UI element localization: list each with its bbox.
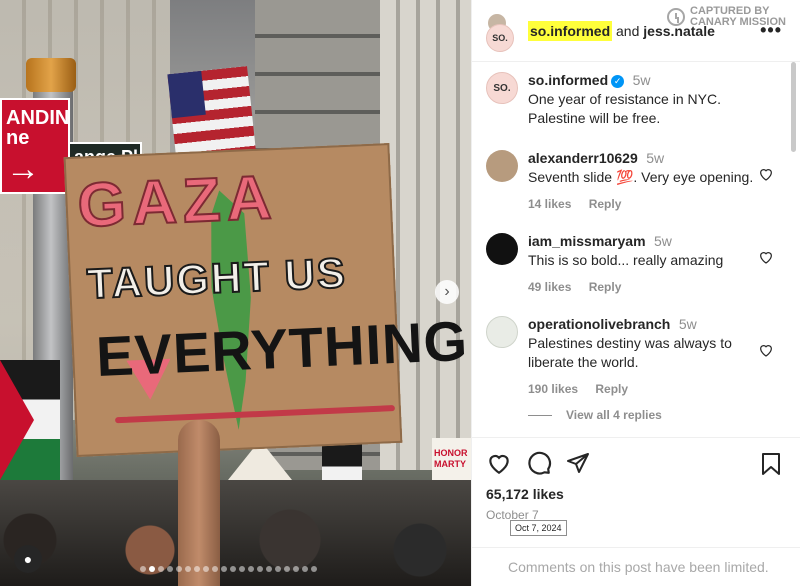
carousel-dot[interactable]	[239, 566, 245, 572]
more-options-icon[interactable]: •••	[760, 20, 782, 41]
comment-likes[interactable]: 14 likes	[528, 197, 571, 211]
likes-count[interactable]: 65,172 likes	[486, 486, 786, 502]
comments-list: SO. so.informed ✓ 5w One year of resistan…	[472, 62, 800, 437]
comment-item: operationolivebranch 5w Palestines desti…	[486, 316, 786, 396]
carousel-indicator	[140, 566, 317, 572]
palestinian-flag-left	[0, 360, 60, 480]
carousel-dot[interactable]	[140, 566, 146, 572]
comment-time[interactable]: 5w	[679, 316, 697, 332]
carousel-dot[interactable]	[158, 566, 164, 572]
carousel-dot[interactable]	[230, 566, 236, 572]
author-avatar[interactable]: SO.	[486, 23, 514, 52]
sign-text-line2: TAUGHT US	[85, 248, 349, 308]
view-replies-button[interactable]: View all 4 replies	[528, 408, 786, 422]
tagged-users-button[interactable]: ●	[14, 545, 42, 573]
carousel-dot[interactable]	[176, 566, 182, 572]
commenter-avatar[interactable]	[486, 233, 518, 265]
carousel-dot[interactable]	[167, 566, 173, 572]
carousel-dot[interactable]	[284, 566, 290, 572]
carousel-dot[interactable]	[266, 566, 272, 572]
post-photo[interactable]: ANDING ne → ange Pl HONOR MARTY OF PALES…	[0, 0, 471, 586]
post-sidebar: SO. so.informed and jess.natale CAPTURED…	[471, 0, 800, 586]
date-tooltip: Oct 7, 2024	[510, 520, 567, 536]
clock-logo-icon	[667, 8, 686, 26]
carousel-dot[interactable]	[212, 566, 218, 572]
comment-icon[interactable]	[526, 450, 552, 476]
carousel-dot[interactable]	[221, 566, 227, 572]
raised-arm	[178, 420, 220, 586]
cardboard-protest-sign: GAZA TAUGHT US EVERYTHING	[63, 143, 469, 457]
person-icon: ●	[23, 551, 33, 567]
sign-text-line1: GAZA	[75, 162, 279, 242]
author-username-link[interactable]: so.informed	[528, 20, 613, 41]
caption: SO. so.informed ✓ 5w One year of resistan…	[486, 72, 786, 128]
red-sign-text: ANDING ne	[6, 107, 70, 149]
arrow-right-icon: →	[6, 150, 40, 188]
carousel-dot[interactable]	[203, 566, 209, 572]
reply-button[interactable]: Reply	[589, 197, 622, 211]
comment-likes[interactable]: 49 likes	[528, 280, 571, 294]
comment-username[interactable]: iam_missmaryam	[528, 233, 646, 249]
comment-time[interactable]: 5w	[654, 233, 672, 249]
carousel-dot[interactable]	[302, 566, 308, 572]
caption-avatar[interactable]: SO.	[486, 72, 518, 104]
carousel-dot[interactable]	[257, 566, 263, 572]
sign-underline	[115, 405, 395, 424]
comment-item: iam_missmaryam 5w This is so bold... rea…	[486, 233, 786, 294]
share-icon[interactable]	[566, 451, 590, 475]
commenter-avatar[interactable]	[486, 316, 518, 348]
chevron-right-icon: ›	[444, 283, 450, 300]
caption-time[interactable]: 5w	[633, 72, 651, 88]
commenter-avatar[interactable]	[486, 150, 518, 182]
carousel-dot[interactable]	[185, 566, 191, 572]
carousel-next-button[interactable]: ›	[435, 280, 459, 304]
comment-likes[interactable]: 190 likes	[528, 382, 578, 396]
comments-limited-notice: Comments on this post have been limited.	[472, 547, 800, 585]
carousel-dot[interactable]	[248, 566, 254, 572]
comment-text: This is so bold... really amazing	[528, 252, 724, 268]
comment-item: alexanderr10629 5w Seventh slide 💯. Very…	[486, 150, 786, 211]
bookmark-icon[interactable]	[760, 452, 782, 476]
post-actions: 65,172 likes October 7 Oct 7, 2024	[472, 437, 800, 547]
comment-text: Palestines destiny was always to liberat…	[528, 335, 732, 370]
carousel-dot[interactable]	[293, 566, 299, 572]
header-joiner: and	[616, 22, 640, 39]
pole-cap	[26, 58, 76, 92]
carousel-dot[interactable]	[149, 566, 155, 572]
verified-badge-icon: ✓	[611, 75, 625, 88]
reply-button[interactable]: Reply	[595, 382, 628, 396]
comment-username[interactable]: operationolivebranch	[528, 316, 670, 332]
heart-icon[interactable]	[758, 166, 774, 182]
red-street-sign: ANDING ne →	[0, 98, 70, 194]
heart-icon[interactable]	[758, 342, 774, 358]
heart-icon[interactable]	[758, 249, 774, 265]
carousel-dot[interactable]	[311, 566, 317, 572]
comment-time[interactable]: 5w	[646, 150, 664, 166]
comment-text: Seventh slide 💯. Very eye opening.	[528, 169, 754, 185]
caption-text: One year of resistance in NYC. Palestine…	[528, 91, 721, 126]
carousel-dot[interactable]	[275, 566, 281, 572]
reply-button[interactable]: Reply	[589, 280, 622, 294]
post-header: SO. so.informed and jess.natale CAPTURED…	[472, 0, 800, 62]
caption-username[interactable]: so.informed	[528, 72, 608, 88]
comment-username[interactable]: alexanderr10629	[528, 150, 638, 166]
heart-icon[interactable]	[486, 450, 512, 476]
carousel-dot[interactable]	[194, 566, 200, 572]
